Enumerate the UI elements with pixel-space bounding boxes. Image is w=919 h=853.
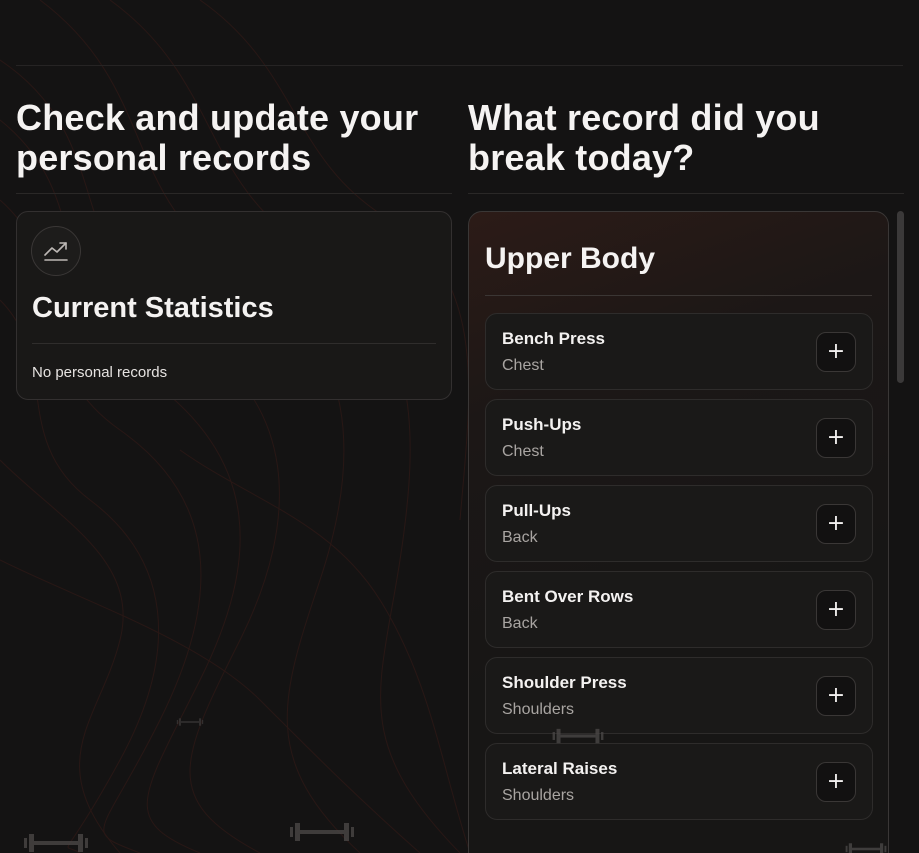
dumbbell-icon	[845, 843, 887, 853]
left-heading-divider	[16, 193, 452, 194]
exercise-name: Bench Press	[502, 329, 605, 348]
exercise-list-panel[interactable]: Upper Body Bench Press Chest + Push-Ups …	[468, 211, 889, 853]
exercise-name: Lateral Raises	[502, 759, 618, 778]
section-title-upper-body: Upper Body	[485, 242, 656, 275]
dumbbell-icon	[552, 728, 604, 744]
current-statistics-title: Current Statistics	[32, 292, 274, 324]
exercise-item-bent-over-rows: Bent Over Rows Back +	[485, 571, 873, 648]
stats-divider	[32, 343, 436, 344]
add-record-button[interactable]: +	[816, 504, 856, 544]
add-record-button[interactable]: +	[816, 676, 856, 716]
scrollbar-thumb[interactable]	[897, 211, 904, 383]
personal-records-heading: Check and update your personal records	[16, 97, 419, 178]
exercise-muscle: Shoulders	[502, 787, 575, 804]
exercise-name: Shoulder Press	[502, 673, 627, 692]
record-prompt-heading: What record did you break today?	[468, 97, 820, 178]
add-record-button[interactable]: +	[816, 332, 856, 372]
exercise-muscle: Chest	[502, 357, 544, 374]
dumbbell-icon	[176, 718, 204, 726]
exercise-item-pull-ups: Pull-Ups Back +	[485, 485, 873, 562]
exercise-muscle: Back	[502, 529, 538, 546]
exercise-muscle: Chest	[502, 443, 544, 460]
dumbbell-icon	[290, 823, 354, 841]
trending-up-icon	[31, 226, 81, 276]
exercise-item-push-ups: Push-Ups Chest +	[485, 399, 873, 476]
dumbbell-icon	[24, 834, 88, 852]
exercise-name: Bent Over Rows	[502, 587, 634, 606]
current-statistics-card: Current Statistics No personal records	[16, 211, 452, 400]
add-record-button[interactable]: +	[816, 590, 856, 630]
page: Check and update your personal records W…	[0, 0, 919, 853]
exercise-name: Pull-Ups	[502, 501, 571, 520]
exercise-muscle: Shoulders	[502, 701, 575, 718]
add-record-button[interactable]: +	[816, 762, 856, 802]
add-record-button[interactable]: +	[816, 418, 856, 458]
exercise-item-bench-press: Bench Press Chest +	[485, 313, 873, 390]
no-records-text: No personal records	[32, 364, 168, 381]
exercise-item-shoulder-press: Shoulder Press Shoulders +	[485, 657, 873, 734]
top-divider	[16, 65, 903, 66]
exercise-name: Push-Ups	[502, 415, 582, 434]
right-heading-divider	[468, 193, 904, 194]
section-divider	[485, 295, 872, 296]
exercise-item-lateral-raises: Lateral Raises Shoulders +	[485, 743, 873, 820]
exercise-muscle: Back	[502, 615, 538, 632]
